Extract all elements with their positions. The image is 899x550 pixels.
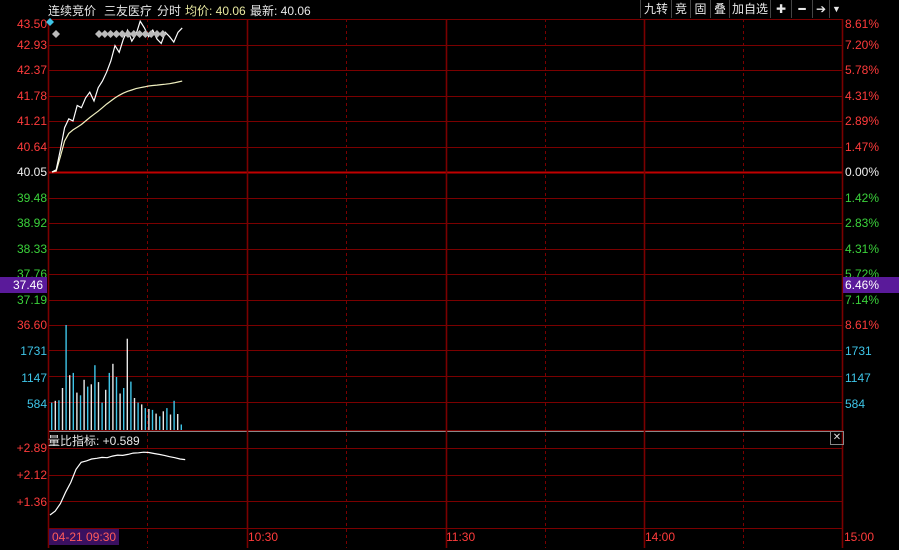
cursor-pct: 6.46%: [845, 278, 880, 292]
volume-bar: [79, 395, 82, 430]
volume-bar: [144, 408, 146, 430]
volume-bar: [141, 404, 143, 430]
volume-bar: [108, 372, 110, 430]
price-axis-right-0: 8.61%: [845, 17, 880, 31]
volume-bar: [83, 379, 85, 430]
indicator-axis-top: +2.89: [16, 441, 47, 455]
indicator-axis-low: +1.36: [16, 495, 47, 509]
price-axis-right-8: 2.83%: [845, 216, 880, 230]
timeshare-chart-window: 连续竞价 三友医疗 分时 均价: 40.06 最新: 40.06 九转 竞 固 …: [0, 0, 899, 550]
time-label-1130: 11:30: [446, 530, 476, 544]
volume-bar: [94, 365, 96, 430]
volume-bar: [123, 388, 125, 430]
signal-diamond-icon: [52, 30, 60, 38]
time-label-1030: 10:30: [248, 530, 279, 544]
volume-axis-right-top: 1731: [845, 344, 872, 358]
volume-bar: [166, 408, 168, 430]
volume-ratio-line: [49, 451, 186, 516]
price-axis-right-6: 0.00%: [845, 165, 880, 179]
volume-bar: [51, 402, 53, 430]
cursor-price-highlight: 37.46: [0, 277, 47, 293]
cursor-price: 37.46: [12, 278, 43, 292]
time-label-1400: 14:00: [645, 530, 676, 544]
price-axis-right-11: 7.14%: [845, 293, 880, 307]
price-axis-right-4: 2.89%: [845, 114, 880, 128]
volume-bar: [148, 409, 150, 430]
volume-bar: [105, 389, 107, 430]
price-axis-left-5: 40.64: [16, 140, 47, 154]
avg-price-line: [51, 80, 183, 173]
volume-bar: [119, 393, 121, 430]
volume-bar: [180, 424, 182, 430]
volume-bar: [69, 375, 71, 430]
volume-bar: [173, 400, 175, 430]
indicator-title: 量比指标: +0.589: [48, 434, 140, 448]
volume-bar: [97, 382, 100, 430]
price-axis-right-12: 8.61%: [845, 318, 880, 332]
volume-bar: [137, 402, 139, 430]
volume-bar: [65, 325, 67, 430]
price-axis-left-6: 40.05: [16, 165, 47, 179]
volume-bar: [130, 381, 132, 430]
volume-bar: [169, 414, 172, 430]
price-axis-left-3: 41.78: [16, 89, 47, 103]
volume-bar: [151, 409, 154, 430]
price-axis-left-11: 37.19: [16, 293, 47, 307]
volume-bar: [58, 400, 60, 430]
volume-axis-right-mid: 1147: [845, 371, 871, 385]
price-axis-right-5: 1.47%: [845, 140, 880, 154]
price-axis-right-2: 5.78%: [845, 63, 880, 77]
volume-bar: [76, 392, 78, 430]
volume-bar: [90, 384, 92, 430]
chart-canvas[interactable]: [0, 0, 899, 550]
signal-markers: [46, 18, 167, 38]
volume-bar: [112, 363, 114, 430]
time-label-1500: 15:00: [844, 530, 875, 544]
indicator-axis-mid: +2.12: [16, 468, 47, 482]
volume-bars: [51, 325, 182, 430]
volume-bar: [54, 400, 56, 430]
price-axis-left-2: 42.37: [16, 63, 47, 77]
volume-bar: [155, 413, 157, 430]
price-axis-left-4: 41.21: [16, 114, 47, 128]
volume-bar: [101, 402, 103, 430]
price-axis-left-0: 43.50: [16, 17, 47, 31]
price-axis-left-12: 36.60: [16, 318, 47, 332]
volume-bar: [133, 398, 136, 430]
volume-bar: [115, 377, 118, 430]
price-axis-right-3: 4.31%: [845, 89, 880, 103]
volume-bar: [177, 414, 179, 430]
price-axis-right-7: 1.42%: [845, 191, 880, 205]
price-axis-left-8: 38.92: [16, 216, 47, 230]
volume-axis-right-low: 584: [845, 397, 866, 411]
volume-bar: [87, 386, 89, 430]
signal-diamond-icon: [158, 30, 167, 38]
price-axis-left-9: 38.33: [16, 242, 47, 256]
volume-axis-left-low: 584: [26, 397, 47, 411]
volume-bar: [72, 372, 74, 430]
volume-bar: [126, 338, 128, 430]
start-time-label: 04-21 09:30: [49, 529, 120, 545]
volume-bar: [162, 411, 164, 430]
price-axis-left-1: 42.93: [16, 38, 47, 52]
volume-bar: [159, 416, 161, 430]
chart-grid: [47, 19, 844, 548]
volume-bar: [61, 388, 64, 430]
volume-axis-left-top: 1731: [20, 344, 47, 358]
cursor-pct-highlight: 6.46%: [843, 277, 899, 293]
close-icon[interactable]: ✕: [830, 431, 844, 445]
volume-axis-left-mid: 1147: [21, 371, 47, 385]
price-axis-left-7: 39.48: [16, 191, 47, 205]
price-axis-right-1: 7.20%: [845, 38, 880, 52]
price-axis-right-9: 4.31%: [845, 242, 880, 256]
